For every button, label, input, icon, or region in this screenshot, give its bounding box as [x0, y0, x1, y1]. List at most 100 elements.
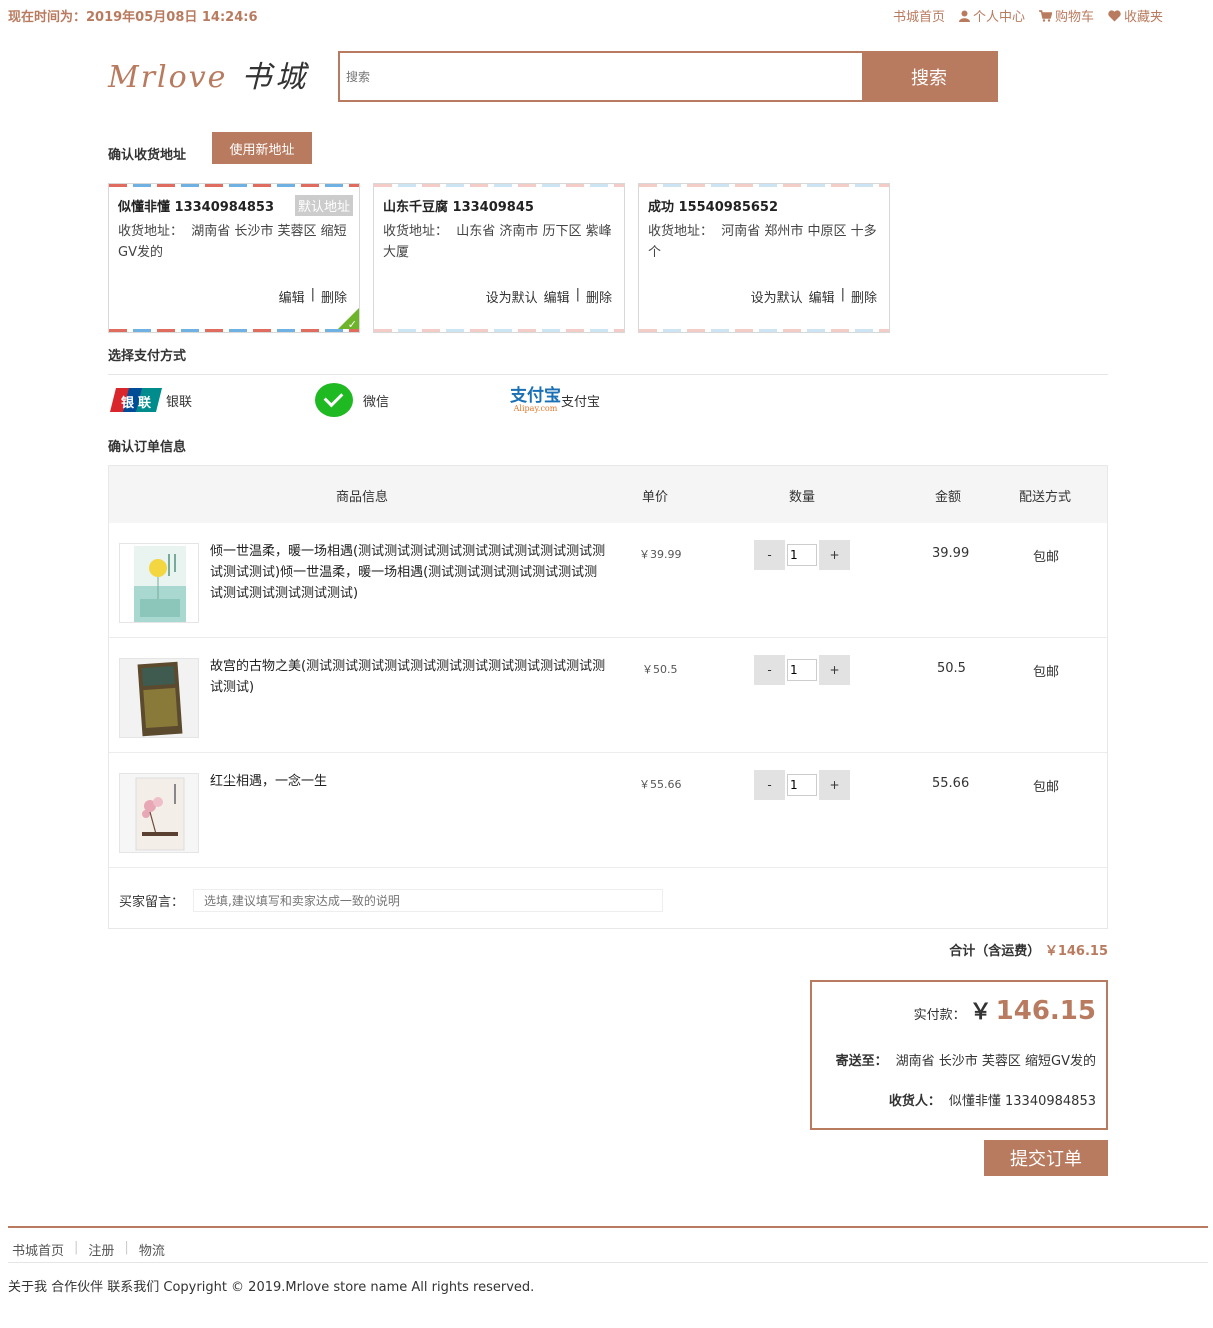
- footer-separator: |: [74, 1240, 79, 1255]
- top-nav-favorites-label: 收藏夹: [1123, 10, 1163, 25]
- logo-chinese: 书城: [241, 60, 310, 95]
- buyer-message-input[interactable]: [193, 889, 663, 912]
- edit-address-link[interactable]: 编辑: [544, 287, 570, 306]
- set-default-link[interactable]: 设为默认: [486, 287, 538, 306]
- real-payment-label: 实付款：: [913, 1008, 966, 1023]
- footer-link-logistics[interactable]: 物流: [139, 1240, 165, 1259]
- address-label: 收货地址：: [648, 224, 714, 239]
- qty-input[interactable]: [787, 774, 817, 796]
- total-currency: ￥: [1044, 944, 1058, 959]
- receiver: 收货人： 似懂非懂 13340984853: [889, 1090, 1096, 1109]
- footer-link-register[interactable]: 注册: [88, 1240, 114, 1259]
- col-product: 商品信息: [336, 490, 389, 505]
- qty-increase-button[interactable]: +: [819, 655, 850, 685]
- address-section-title: 确认收货地址: [108, 148, 187, 163]
- quantity-stepper: - +: [754, 655, 850, 685]
- delete-address-link[interactable]: 删除: [851, 287, 877, 306]
- table-row: 倾一世温柔，暖一场相遇(测试测试测试测试测试测试测试测试测试测试测试测试)倾一世…: [109, 523, 1107, 638]
- buyer-message-label: 买家留言：: [119, 895, 185, 910]
- ops-separator: |: [575, 287, 580, 302]
- qty-increase-button[interactable]: +: [819, 540, 850, 570]
- footer-link-home[interactable]: 书城首页: [12, 1240, 64, 1259]
- qty-decrease-button[interactable]: -: [754, 655, 785, 685]
- quantity-stepper: - +: [754, 770, 850, 800]
- unionpay-logo-char: 联: [138, 396, 152, 411]
- address-card[interactable]: 成功 15540985652 收货地址： 河南省 郑州市 中原区 十多个 设为默…: [638, 183, 890, 333]
- top-nav-favorites[interactable]: 收藏夹: [1108, 6, 1163, 25]
- line-amount: 39.99: [932, 546, 970, 561]
- user-icon: [958, 10, 970, 22]
- qty-input[interactable]: [787, 544, 817, 566]
- top-nav-cart-label: 购物车: [1054, 10, 1094, 25]
- delete-address-link[interactable]: 删除: [321, 287, 347, 306]
- pay-option-alipay[interactable]: 支付宝 Alipay.com 支付宝: [510, 384, 600, 416]
- payment-summary-box: 实付款： ￥ 146.15 寄送至： 湖南省 长沙市 芙蓉区 缩短GV发的 收货人…: [810, 980, 1108, 1130]
- product-title[interactable]: 故宫的古物之美(测试测试测试测试测试测试测试测试测试测试测试测试测试): [210, 656, 610, 698]
- book-cover-art: [120, 659, 198, 737]
- book-cover-image[interactable]: [119, 658, 199, 738]
- shipping-method: 包邮: [1033, 665, 1060, 680]
- real-payment-amount: 146.15: [995, 996, 1096, 1026]
- check-icon: ✓: [347, 318, 357, 331]
- qty-increase-button[interactable]: +: [819, 770, 850, 800]
- use-new-address-button[interactable]: 使用新地址: [212, 132, 312, 164]
- address-ops: 设为默认 编辑 | 删除: [751, 287, 877, 306]
- pay-option-unionpay[interactable]: 银 联 银联: [110, 384, 192, 416]
- current-time: 现在时间为：2019年05月08日 14:24:6: [8, 10, 258, 25]
- col-qty: 数量: [789, 490, 816, 505]
- address-label: 收货地址：: [383, 224, 449, 239]
- edit-address-link[interactable]: 编辑: [279, 287, 305, 306]
- book-cover-art: [120, 774, 198, 852]
- search-input[interactable]: [340, 53, 862, 100]
- search-button[interactable]: 搜索: [862, 53, 996, 100]
- set-default-link[interactable]: 设为默认: [751, 287, 803, 306]
- search-bar: 搜索: [338, 51, 998, 102]
- footer-nav: 书城首页 | 注册 | 物流: [12, 1240, 165, 1259]
- address-card[interactable]: 似懂非懂 13340984853 默认地址 收货地址： 湖南省 长沙市 芙蓉区 …: [108, 183, 360, 333]
- footer-divider: [8, 1226, 1208, 1228]
- submit-order-button[interactable]: 提交订单: [984, 1140, 1108, 1176]
- top-nav-cart[interactable]: 购物车: [1038, 6, 1094, 25]
- book-cover-art: [134, 546, 186, 622]
- wechat-icon: [315, 383, 353, 417]
- top-nav-home-label: 书城首页: [892, 10, 945, 25]
- ship-to-label: 寄送至：: [835, 1054, 888, 1069]
- address-label: 收货地址：: [118, 224, 184, 239]
- quantity-stepper: - +: [754, 540, 850, 570]
- top-nav-home[interactable]: 书城首页: [893, 6, 945, 25]
- book-cover-image[interactable]: [119, 773, 199, 853]
- delete-address-link[interactable]: 删除: [586, 287, 612, 306]
- real-payment: 实付款： ￥ 146.15: [914, 994, 1096, 1026]
- table-row: 红尘相遇，一念一生 ￥55.66 - + 55.66 包邮: [109, 753, 1107, 868]
- book-cover-image[interactable]: [119, 543, 199, 623]
- footer-divider: [8, 1262, 1208, 1263]
- edit-address-link[interactable]: 编辑: [809, 287, 835, 306]
- cart-icon: [1038, 9, 1052, 22]
- product-title[interactable]: 倾一世温柔，暖一场相遇(测试测试测试测试测试测试测试测试测试测试测试测试)倾一世…: [210, 541, 610, 604]
- col-shipping: 配送方式: [1019, 490, 1072, 505]
- order-total: 合计（含运费） ￥146.15: [949, 940, 1108, 959]
- order-section-title: 确认订单信息: [108, 440, 187, 455]
- address-ops: 编辑 | 删除: [279, 287, 347, 306]
- ops-separator: |: [310, 287, 315, 302]
- pay-option-wechat[interactable]: 微信: [315, 383, 389, 417]
- real-payment-currency: ￥: [969, 1000, 992, 1025]
- site-logo[interactable]: Mrlove 书城: [108, 52, 309, 96]
- qty-decrease-button[interactable]: -: [754, 540, 785, 570]
- unit-price: ￥39.99: [639, 548, 682, 561]
- alipay-logo-sub: Alipay.com: [513, 403, 558, 413]
- ship-to: 寄送至： 湖南省 长沙市 芙蓉区 缩短GV发的: [836, 1050, 1096, 1069]
- unit-price: ￥55.66: [639, 778, 682, 791]
- top-nav-user-center[interactable]: 个人中心: [958, 6, 1025, 25]
- address-card[interactable]: 山东千豆腐 133409845 收货地址： 山东省 济南市 历下区 紫峰大厦 设…: [373, 183, 625, 333]
- unionpay-logo-char: 银: [121, 396, 135, 411]
- default-address-badge: 默认地址: [294, 195, 353, 216]
- product-title[interactable]: 红尘相遇，一念一生: [210, 771, 610, 792]
- top-nav-user-center-label: 个人中心: [972, 10, 1025, 25]
- top-bar: 现在时间为：2019年05月08日 14:24:6 书城首页 个人中心 购物车 …: [0, 0, 1213, 28]
- address-ops: 设为默认 编辑 | 删除: [486, 287, 612, 306]
- qty-decrease-button[interactable]: -: [754, 770, 785, 800]
- qty-input[interactable]: [787, 659, 817, 681]
- pay-option-label: 银联: [166, 394, 193, 410]
- copyright-text: 关于我 合作伙伴 联系我们 Copyright © 2019.Mrlove st…: [8, 1280, 535, 1295]
